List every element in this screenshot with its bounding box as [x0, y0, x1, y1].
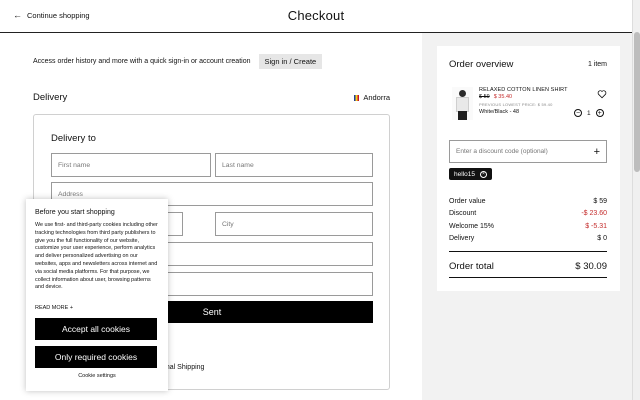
product-variant: White/Black - 48 — [479, 109, 520, 115]
product-thumbnail[interactable] — [452, 87, 473, 120]
andorra-flag-icon — [354, 94, 360, 101]
minus-icon[interactable]: − — [574, 109, 582, 117]
product-name[interactable]: RELAXED COTTON LINEN SHIRT — [479, 87, 568, 93]
first-name-field[interactable]: First name — [51, 153, 211, 177]
delivery-header: Delivery Andorra — [33, 92, 390, 103]
summary-row-order-value: Order value $ 59 — [449, 198, 607, 205]
quantity-value: 1 — [587, 109, 591, 117]
total-divider — [449, 251, 607, 252]
remove-code-icon[interactable]: × — [479, 170, 487, 178]
cookie-settings-link[interactable]: Cookie settings — [26, 373, 168, 379]
cookie-consent-banner: Before you start shopping We use first- … — [26, 199, 168, 391]
country-selector[interactable]: Andorra — [354, 93, 390, 102]
account-prompt-text: Access order history and more with a qui… — [33, 58, 251, 65]
cookie-title: Before you start shopping — [35, 209, 115, 216]
order-total-value: $ 30.09 — [575, 261, 607, 272]
item-count: 1 item — [587, 61, 607, 68]
only-required-cookies-button[interactable]: Only required cookies — [35, 346, 157, 368]
applied-code-label: hello15 — [454, 170, 475, 178]
total-divider-bottom — [449, 277, 607, 278]
applied-code-chip: hello15 × — [449, 168, 492, 180]
shipping-option-label[interactable]: onal Shipping — [162, 364, 204, 371]
account-prompt-row: Access order history and more with a qui… — [33, 54, 323, 69]
summary-row-discount: Discount -$ 23.60 — [449, 210, 607, 217]
discount-code-input[interactable]: Enter a discount code (optional) + — [449, 140, 607, 163]
city-field[interactable]: City — [215, 212, 373, 236]
order-overview-card: Order overview 1 item RELAXED COTTON LIN… — [437, 46, 620, 291]
cookie-description: We use first- and third-party cookies in… — [35, 222, 158, 291]
order-total-row: Order total $ 30.09 — [449, 261, 607, 272]
checkout-header: ← Continue shopping Checkout — [0, 0, 632, 33]
scrollbar-thumb[interactable] — [634, 32, 640, 172]
product-prices: $ 59 $ 35.40 — [479, 94, 512, 100]
order-overview-title: Order overview — [449, 59, 514, 70]
plus-icon[interactable]: + — [595, 109, 604, 117]
delivery-section-title: Delivery — [33, 92, 68, 103]
summary-value: $ -5.31 — [585, 223, 607, 230]
summary-value: $ 0 — [597, 235, 607, 242]
quantity-stepper: − 1 + — [574, 109, 604, 117]
sale-price: $ 35.40 — [493, 94, 513, 100]
summary-label: Discount — [449, 210, 477, 217]
order-total-label: Order total — [449, 261, 494, 272]
previous-lowest-price: PREVIOUS LOWEST PRICE: $ 59.40 — [479, 102, 553, 107]
old-price: $ 59 — [479, 94, 490, 100]
read-more-link[interactable]: READ MORE + — [35, 305, 73, 311]
add-discount-icon[interactable]: + — [594, 146, 600, 158]
delivery-to-title: Delivery to — [51, 133, 96, 144]
page-scrollbar[interactable] — [632, 0, 640, 400]
summary-label: Order value — [449, 198, 486, 205]
country-label: Andorra — [363, 93, 390, 102]
summary-row-delivery: Delivery $ 0 — [449, 235, 607, 242]
summary-label: Welcome 15% — [449, 223, 495, 230]
accept-all-cookies-button[interactable]: Accept all cookies — [35, 318, 157, 340]
summary-label: Delivery — [449, 235, 475, 242]
summary-row-welcome: Welcome 15% $ -5.31 — [449, 223, 607, 230]
summary-value: -$ 23.60 — [581, 210, 607, 217]
page-title: Checkout — [287, 8, 345, 23]
signin-create-button[interactable]: Sign in / Create — [258, 54, 323, 69]
summary-value: $ 59 — [593, 198, 607, 205]
discount-placeholder: Enter a discount code (optional) — [456, 148, 548, 155]
heart-icon[interactable] — [597, 89, 607, 99]
last-name-field[interactable]: Last name — [215, 153, 373, 177]
